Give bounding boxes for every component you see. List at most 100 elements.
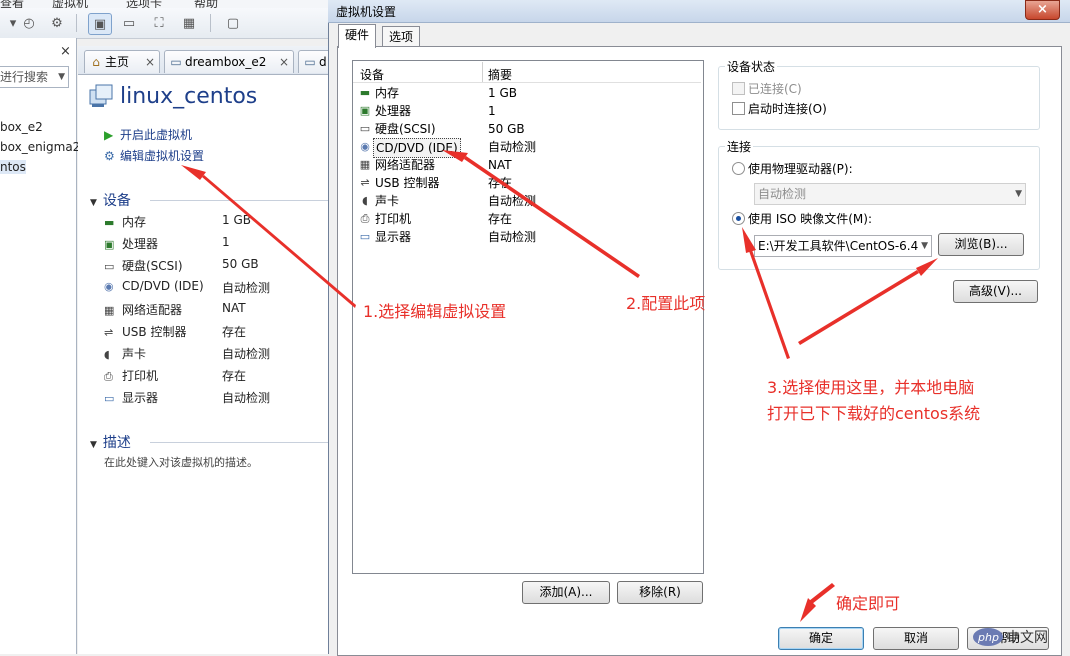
cdrom-icon: ◉ bbox=[104, 280, 114, 293]
column-header-device[interactable]: 设备 bbox=[360, 66, 384, 83]
vm-icon bbox=[89, 84, 113, 107]
device-item-memory[interactable]: ▬ 内存 1 GB bbox=[104, 213, 251, 230]
device-row-memory[interactable]: ▬ 内存 1 GB bbox=[355, 84, 700, 102]
library-item[interactable]: box_enigma2 bbox=[0, 140, 80, 154]
device-item-printer[interactable]: ⎙ 打印机 存在 bbox=[104, 367, 246, 384]
device-row-cpu[interactable]: ▣ 处理器 1 bbox=[355, 102, 700, 120]
vm-title: linux_centos bbox=[120, 84, 258, 109]
display-icon: ▭ bbox=[359, 230, 371, 243]
sidebar-toggle-icon[interactable]: ▣ bbox=[88, 13, 112, 35]
thumbnail-icon[interactable]: ▢ bbox=[222, 13, 244, 33]
sound-icon: ◖ bbox=[104, 348, 110, 361]
console-view-icon[interactable]: ▭ bbox=[118, 13, 140, 33]
annotation-step3-line2: 打开已下下载好的centos系统 bbox=[767, 404, 981, 423]
cdrom-icon: ◉ bbox=[360, 140, 370, 153]
annotation-step2: 2.配置此项 bbox=[626, 294, 706, 313]
dialog-titlebar[interactable] bbox=[328, 0, 1070, 23]
cpu-icon: ▣ bbox=[359, 104, 371, 117]
device-row-disk[interactable]: ▭ 硬盘(SCSI) 50 GB bbox=[355, 120, 700, 138]
physical-drive-label: 使用物理驱动器(P): bbox=[748, 162, 853, 176]
physical-drive-select[interactable]: 自动检测 ▼ bbox=[754, 183, 1026, 205]
background-toolbar: ▾ ◴ ⚙ ▣ ▭ ⛶ ▦ ▢ bbox=[0, 8, 330, 39]
printer-icon: ⎙ bbox=[360, 212, 370, 225]
vm-tab-icon: ▭ bbox=[304, 55, 316, 69]
svg-text:中文网: 中文网 bbox=[1006, 630, 1048, 646]
connected-label: 已连接(C) bbox=[748, 82, 802, 96]
chevron-down-icon[interactable]: ▼ bbox=[58, 67, 65, 87]
usb-icon: ⇌ bbox=[360, 176, 370, 189]
unity-icon[interactable]: ▦ bbox=[178, 13, 200, 33]
device-item-cdrom[interactable]: ◉ CD/DVD (IDE) 自动检测 bbox=[104, 279, 270, 295]
device-row-network[interactable]: ▦ 网络适配器 NAT bbox=[355, 156, 700, 174]
tab-strip: ⌂ 主页 × ▭ dreambox_e2 × ▭ d bbox=[78, 46, 340, 75]
column-header-summary[interactable]: 摘要 bbox=[488, 66, 512, 83]
home-icon: ⌂ bbox=[92, 55, 100, 69]
physical-drive-radio[interactable] bbox=[732, 162, 745, 175]
settings-icon: ⚙ bbox=[104, 149, 115, 163]
device-item-cpu[interactable]: ▣ 处理器 1 bbox=[104, 235, 230, 252]
connect-at-power-on-label: 启动时连接(O) bbox=[748, 102, 827, 116]
dialog-close-button[interactable]: × bbox=[1025, 0, 1060, 20]
device-row-sound[interactable]: ◖ 声卡 自动检测 bbox=[355, 192, 700, 210]
annotation-step4: 确定即可 bbox=[836, 594, 901, 613]
ok-button[interactable]: 确定 bbox=[778, 627, 864, 650]
snapshot-manager-icon[interactable]: ⚙ bbox=[46, 13, 68, 33]
snapshot-icon[interactable]: ◴ bbox=[18, 13, 40, 33]
device-status-group bbox=[718, 66, 1040, 130]
collapse-icon[interactable]: ▼ bbox=[90, 198, 97, 208]
chevron-down-icon[interactable]: ▼ bbox=[919, 236, 928, 256]
annotation-step1: 1.选择编辑虚拟设置 bbox=[363, 302, 507, 321]
network-icon: ▦ bbox=[104, 304, 115, 317]
connection-title: 连接 bbox=[725, 138, 754, 155]
device-item-network[interactable]: ▦ 网络适配器 NAT bbox=[104, 301, 246, 318]
add-device-button[interactable]: 添加(A)... bbox=[522, 581, 610, 604]
close-icon[interactable]: × bbox=[279, 51, 289, 73]
device-item-sound[interactable]: ◖ 声卡 自动检测 bbox=[104, 345, 270, 362]
connect-at-power-on-checkbox[interactable] bbox=[732, 102, 745, 115]
usb-icon: ⇌ bbox=[104, 326, 114, 339]
library-item[interactable]: box_e2 bbox=[0, 120, 43, 134]
tab-home[interactable]: ⌂ 主页 × bbox=[84, 50, 160, 73]
description-placeholder[interactable]: 在此处键入对该虚拟机的描述。 bbox=[104, 454, 258, 470]
connected-checkbox[interactable] bbox=[732, 82, 745, 95]
php-cn-watermark-logo: php 中文网 bbox=[972, 624, 1064, 650]
fullscreen-icon[interactable]: ⛶ bbox=[148, 13, 170, 33]
network-icon: ▦ bbox=[359, 158, 371, 171]
iso-path-input[interactable]: E:\开发工具软件\CentOS-6.4 ▼ bbox=[754, 235, 932, 257]
tab-dreambox[interactable]: ▭ dreambox_e2 × bbox=[164, 50, 294, 73]
vm-tab-icon: ▭ bbox=[170, 55, 182, 69]
device-item-display[interactable]: ▭ 显示器 自动检测 bbox=[104, 389, 270, 406]
close-icon[interactable]: × bbox=[145, 51, 155, 73]
device-row-cdrom[interactable]: ◉ CD/DVD (IDE) 自动检测 bbox=[355, 138, 700, 158]
tab-options[interactable]: 选项 bbox=[382, 26, 421, 47]
device-item-disk[interactable]: ▭ 硬盘(SCSI) 50 GB bbox=[104, 257, 259, 274]
disk-icon: ▭ bbox=[104, 260, 115, 273]
display-icon: ▭ bbox=[104, 392, 115, 405]
printer-icon: ⎙ bbox=[104, 370, 113, 383]
cpu-icon: ▣ bbox=[104, 238, 115, 251]
advanced-button[interactable]: 高级(V)... bbox=[953, 280, 1038, 303]
dialog-title: 虚拟机设置 bbox=[336, 5, 397, 19]
remove-device-button[interactable]: 移除(R) bbox=[617, 581, 703, 604]
library-item-selected[interactable]: ntos bbox=[0, 160, 26, 174]
svg-text:php: php bbox=[977, 631, 999, 644]
tab-hardware[interactable]: 硬件 bbox=[338, 24, 377, 48]
device-item-usb[interactable]: ⇌ USB 控制器 存在 bbox=[104, 323, 246, 340]
description-section-header[interactable]: ▼ 描述 bbox=[90, 432, 131, 452]
browse-button[interactable]: 浏览(B)... bbox=[938, 233, 1024, 256]
library-search-input[interactable]: 进行搜索 ▼ bbox=[0, 66, 69, 88]
library-close-icon[interactable]: × bbox=[60, 44, 71, 59]
device-row-usb[interactable]: ⇌ USB 控制器 存在 bbox=[355, 174, 700, 192]
play-icon: ▶ bbox=[104, 128, 114, 142]
cancel-button[interactable]: 取消 bbox=[873, 627, 959, 650]
device-status-title: 设备状态 bbox=[725, 58, 778, 75]
device-row-printer[interactable]: ⎙ 打印机 存在 bbox=[355, 210, 700, 228]
edit-vm-settings-link[interactable]: ⚙ 编辑虚拟机设置 bbox=[104, 147, 204, 164]
devices-section-header[interactable]: ▼ 设备 bbox=[90, 190, 131, 210]
sound-icon: ◖ bbox=[362, 194, 368, 207]
power-on-link[interactable]: ▶ 开启此虚拟机 bbox=[104, 126, 192, 143]
iso-image-label: 使用 ISO 映像文件(M): bbox=[748, 212, 872, 226]
device-row-display[interactable]: ▭ 显示器 自动检测 bbox=[355, 228, 700, 246]
collapse-icon[interactable]: ▼ bbox=[90, 440, 97, 450]
iso-image-radio[interactable] bbox=[732, 212, 745, 225]
